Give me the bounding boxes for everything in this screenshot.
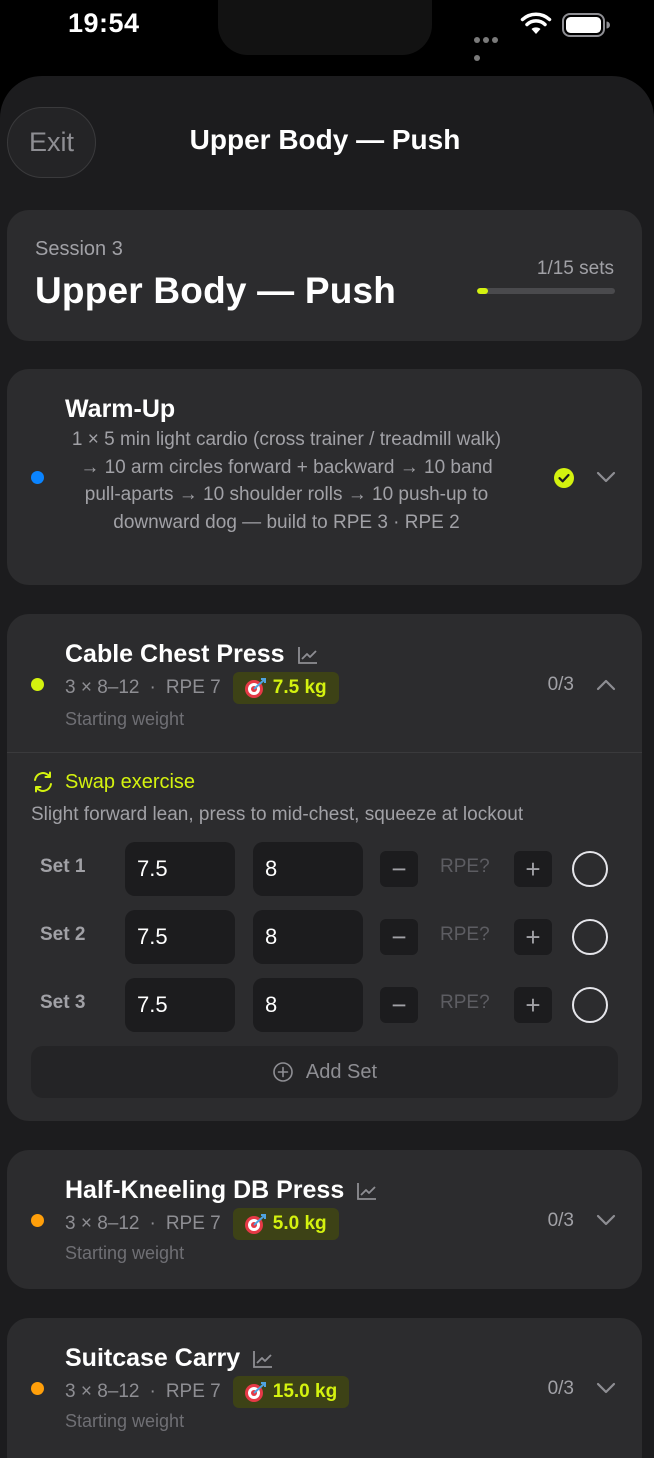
- exercise-subtitle: Starting weight: [65, 709, 185, 729]
- exercise-card-cable-chest-press: Cable Chest Press 3 × 8–12 · RPE 7 7.5 k…: [7, 614, 642, 1121]
- complete-set-toggle[interactable]: [572, 851, 608, 887]
- set-row: Set 1 7.5 8 − RPE? +: [7, 842, 642, 896]
- target-icon: [244, 678, 266, 698]
- swap-exercise-label: Swap exercise: [65, 770, 196, 793]
- warmup-name: Warm-Up: [65, 395, 176, 423]
- exercise-status-dot: [31, 1382, 44, 1395]
- rpe-increment-button[interactable]: +: [514, 987, 552, 1023]
- wifi-icon: [520, 12, 552, 34]
- exercise-prescription: 3 × 8–12: [65, 1213, 140, 1234]
- session-progress-bar: [477, 288, 615, 294]
- exercise-meta: 3 × 8–12 · RPE 7 7.5 kg: [65, 672, 339, 704]
- target-icon: [244, 1214, 266, 1234]
- session-title: Upper Body — Push: [35, 270, 397, 311]
- session-label: Session 3: [35, 238, 123, 260]
- chart-icon[interactable]: [356, 1181, 378, 1201]
- meta-separator: ·: [149, 1213, 156, 1234]
- weight-input[interactable]: 7.5: [125, 978, 235, 1032]
- check-icon: [554, 468, 574, 488]
- set-label: Set 1: [40, 856, 86, 877]
- reps-input[interactable]: 8: [253, 978, 363, 1032]
- chevron-down-icon[interactable]: [596, 1381, 616, 1395]
- warmup-card[interactable]: Warm-Up 1 × 5 min light cardio (cross tr…: [7, 369, 642, 585]
- rpe-placeholder[interactable]: RPE?: [440, 992, 490, 1014]
- cellular-signal-icon: [474, 30, 508, 61]
- exercise-name-text: Half-Kneeling DB Press: [65, 1176, 345, 1204]
- exercise-name-text: Cable Chest Press: [65, 640, 285, 668]
- reps-input[interactable]: 8: [253, 910, 363, 964]
- target-weight-badge: 5.0 kg: [232, 1208, 339, 1240]
- chevron-down-icon[interactable]: [596, 1213, 616, 1227]
- exercise-name[interactable]: Suitcase Carry: [65, 1344, 274, 1373]
- target-weight: 7.5 kg: [272, 677, 327, 698]
- target-weight: 5.0 kg: [272, 1213, 327, 1234]
- exercise-status-dot: [31, 678, 44, 691]
- target-icon: [244, 1382, 266, 1402]
- rpe-increment-button[interactable]: +: [514, 919, 552, 955]
- session-progress-fill: [477, 288, 489, 294]
- chevron-up-icon[interactable]: [596, 678, 616, 692]
- weight-input[interactable]: 7.5: [125, 910, 235, 964]
- rpe-decrement-button[interactable]: −: [380, 919, 418, 955]
- rpe-decrement-button[interactable]: −: [380, 987, 418, 1023]
- plus-circle-icon: [273, 1062, 293, 1082]
- chart-icon[interactable]: [252, 1349, 274, 1369]
- dynamic-island: [218, 0, 432, 55]
- set-row: Set 2 7.5 8 − RPE? +: [7, 910, 642, 964]
- reps-input[interactable]: 8: [253, 842, 363, 896]
- exercise-rpe: RPE 7: [165, 1213, 221, 1234]
- battery-icon: [562, 13, 610, 37]
- exercise-set-count: 0/3: [547, 1210, 574, 1231]
- exercise-name[interactable]: Cable Chest Press: [65, 640, 319, 669]
- rpe-placeholder[interactable]: RPE?: [440, 924, 490, 946]
- exit-button[interactable]: Exit: [7, 107, 96, 178]
- add-set-label: Add Set: [305, 1060, 378, 1083]
- set-row: Set 3 7.5 8 − RPE? +: [7, 978, 642, 1032]
- card-divider: [7, 752, 642, 753]
- chevron-down-icon[interactable]: [596, 470, 616, 484]
- exercise-cue: Slight forward lean, press to mid-chest,…: [31, 804, 524, 825]
- exercise-prescription: 3 × 8–12: [65, 677, 140, 698]
- target-weight-badge: 15.0 kg: [232, 1376, 350, 1408]
- target-weight-badge: 7.5 kg: [232, 672, 339, 704]
- rpe-increment-button[interactable]: +: [514, 851, 552, 887]
- rpe-placeholder[interactable]: RPE?: [440, 856, 490, 878]
- session-card: Session 3 Upper Body — Push 1/15 sets: [7, 210, 642, 341]
- warmup-description: 1 × 5 min light cardio (cross trainer / …: [71, 429, 502, 533]
- exercise-card-half-kneeling-db-press[interactable]: Half-Kneeling DB Press 3 × 8–12 · RPE 7 …: [7, 1150, 642, 1289]
- exercise-meta: 3 × 8–12 · RPE 7 5.0 kg: [65, 1208, 339, 1240]
- exercise-rpe: RPE 7: [165, 677, 221, 698]
- exercise-rpe: RPE 7: [165, 1381, 221, 1402]
- add-set-button[interactable]: Add Set: [31, 1046, 618, 1098]
- exercise-status-dot: [31, 1214, 44, 1227]
- chart-icon[interactable]: [297, 645, 319, 665]
- complete-set-toggle[interactable]: [572, 919, 608, 955]
- swap-exercise-button[interactable]: Swap exercise: [31, 770, 195, 794]
- exercise-set-count: 0/3: [547, 1378, 574, 1399]
- set-label: Set 2: [40, 924, 86, 945]
- exercise-prescription: 3 × 8–12: [65, 1381, 140, 1402]
- exercise-set-count: 0/3: [547, 674, 574, 695]
- exercise-subtitle: Starting weight: [65, 1411, 185, 1431]
- exercise-card-suitcase-carry[interactable]: Suitcase Carry 3 × 8–12 · RPE 7 15.0 kg …: [7, 1318, 642, 1458]
- swap-icon: [34, 771, 52, 793]
- status-bar: 19:54: [0, 0, 654, 61]
- exercise-subtitle: Starting weight: [65, 1243, 185, 1263]
- meta-separator: ·: [149, 677, 156, 698]
- complete-set-toggle[interactable]: [572, 987, 608, 1023]
- warmup-status-dot: [31, 471, 44, 484]
- rpe-decrement-button[interactable]: −: [380, 851, 418, 887]
- exercise-meta: 3 × 8–12 · RPE 7 15.0 kg: [65, 1376, 350, 1408]
- target-weight: 15.0 kg: [272, 1381, 338, 1402]
- exercise-name[interactable]: Half-Kneeling DB Press: [65, 1176, 378, 1205]
- set-label: Set 3: [40, 992, 86, 1013]
- meta-separator: ·: [149, 1381, 156, 1402]
- nav-title: Upper Body — Push: [189, 124, 461, 155]
- sets-progress-text: 1/15 sets: [536, 258, 614, 279]
- status-time: 19:54: [68, 8, 140, 38]
- weight-input[interactable]: 7.5: [125, 842, 235, 896]
- exercise-name-text: Suitcase Carry: [65, 1344, 241, 1372]
